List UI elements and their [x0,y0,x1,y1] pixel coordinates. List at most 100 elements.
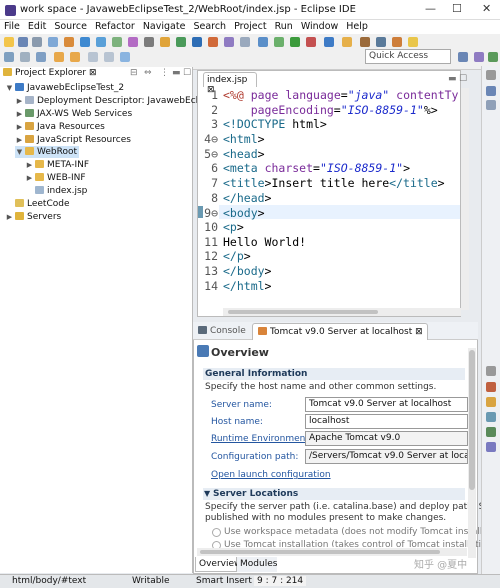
server-hscroll-thumb[interactable] [200,550,440,554]
navigate-forward-icon[interactable] [104,52,114,62]
collapsed-icon[interactable]: ▶ [15,123,24,131]
collapsed-icon[interactable]: ▶ [15,136,24,144]
server-tab-close-icon[interactable]: ⊠ [415,327,423,337]
toggle-mark-icon[interactable] [96,37,106,47]
minimize-editor-icon[interactable]: ▬ [448,74,457,84]
javadoc-icon[interactable] [486,397,496,407]
pin-icon[interactable] [120,52,130,62]
coverage-icon[interactable] [208,37,218,47]
tree-item-web-inf[interactable]: ▶ WEB-INF [25,173,86,183]
perspective-java-icon[interactable] [474,52,484,62]
last-edit-icon[interactable] [4,52,14,62]
annotation-icon[interactable] [144,37,154,47]
open-type-icon[interactable] [80,37,90,47]
collapsed-icon[interactable]: ▶ [25,161,34,169]
external-tools-icon[interactable] [192,37,202,47]
tree-item-meta-inf[interactable]: ▶ META-INF [25,160,89,170]
editor-scrollbar[interactable] [461,88,469,310]
restore-bottom-icon[interactable] [486,366,496,376]
minimize-view-icon[interactable]: ▬ [172,68,181,78]
restore-icon[interactable] [486,70,496,80]
tree-item-servers[interactable]: ▶ Servers [5,212,61,222]
editor-hscroll-thumb[interactable] [228,310,378,314]
navigate-back-icon[interactable] [88,52,98,62]
host-name-input[interactable]: localhost [305,414,468,429]
collapsed-icon[interactable]: ▶ [15,110,24,118]
menu-search[interactable]: Search [189,20,230,32]
run-icon[interactable] [290,37,300,47]
expanded-icon[interactable]: ▼ [5,84,14,92]
workspace-metadata-radio[interactable] [212,528,221,537]
problems-icon[interactable] [486,382,496,392]
server-scroll-thumb[interactable] [469,350,475,490]
print-icon[interactable] [48,37,58,47]
new-package-icon[interactable] [342,37,352,47]
section-collapse-icon[interactable]: ▼ [204,489,210,498]
properties-icon[interactable] [64,37,74,47]
tree-item-project[interactable]: ▼ JavawebEclipseTest_2 [5,83,124,93]
tab-modules[interactable]: Modules [237,557,277,572]
menu-run[interactable]: Run [271,20,297,32]
declaration-icon[interactable] [486,412,496,422]
previous-annotation-icon[interactable] [54,52,64,62]
outline-icon[interactable] [486,86,496,96]
ant-icon[interactable] [258,37,268,47]
collapsed-icon[interactable]: ▶ [25,174,34,182]
tree-item-java-resources[interactable]: ▶ Java Resources [15,122,105,132]
save-all-icon[interactable] [32,37,42,47]
maven-icon[interactable] [376,37,386,47]
task-icon[interactable] [160,37,170,47]
tree-item-index-jsp[interactable]: index.jsp [25,186,87,196]
project-explorer-tab[interactable]: Project Explorer ⊠ ⊟ ⇔ ⋮ ▬ ☐ [2,68,191,82]
menu-source[interactable]: Source [50,20,91,32]
minimize-button[interactable]: — [425,2,436,15]
menu-help[interactable]: Help [342,20,372,32]
collapse-all-icon[interactable]: ⊟ [130,68,138,78]
quick-access-input[interactable]: Quick Access [365,49,451,64]
menu-edit[interactable]: Edit [24,20,50,32]
open-perspective-icon[interactable] [240,37,250,47]
perspective-debug-icon[interactable] [488,52,498,62]
debug-icon[interactable] [274,37,284,47]
server-name-input[interactable]: Tomcat v9.0 Server at localhost [305,397,468,412]
server-icon[interactable] [176,37,186,47]
save-icon[interactable] [18,37,28,47]
menu-window[interactable]: Window [297,20,342,32]
collapsed-icon[interactable]: ▶ [15,97,24,105]
menu-project[interactable]: Project [230,20,271,32]
perspective-javaee-icon[interactable] [458,52,468,62]
open-file-icon[interactable] [360,37,370,47]
menu-navigate[interactable]: Navigate [139,20,190,32]
search-icon[interactable] [112,37,122,47]
tree-item-javascript-resources[interactable]: ▶ JavaScript Resources [15,135,131,145]
project-explorer-close-icon[interactable]: ⊠ [89,68,97,78]
forward-icon[interactable] [36,52,46,62]
pencil-icon[interactable] [408,37,418,47]
editor-tab-index-jsp[interactable]: index.jsp ⊠ [203,72,257,95]
collapsed-icon[interactable]: ▶ [5,213,14,221]
view-menu-icon[interactable]: ⋮ [160,68,169,78]
link-with-editor-icon[interactable]: ⇔ [144,68,152,78]
new-java-class-icon[interactable] [324,37,334,47]
task-list-icon[interactable] [486,100,496,110]
tab-overview[interactable]: Overview [195,557,241,572]
web-browser-icon[interactable] [128,37,138,47]
tree-item-webroot[interactable]: ▼ WebRoot [15,146,80,158]
back-icon[interactable] [20,52,30,62]
open-launch-config-link[interactable]: Open launch configuration [211,470,331,480]
maximize-button[interactable]: ☐ [452,2,462,15]
configuration-path-field[interactable]: /Servers/Tomcat v9.0 Server at localhost… [305,449,468,464]
expanded-icon[interactable]: ▼ [15,148,24,156]
servers-view-icon[interactable] [486,427,496,437]
runtime-environment-select[interactable]: Apache Tomcat v9.0 [305,431,468,446]
folder-icon[interactable] [392,37,402,47]
tab-console[interactable]: Console [197,326,246,336]
tab-tomcat-server[interactable]: Tomcat v9.0 Server at localhost ⊠ [252,323,428,340]
menu-refactor[interactable]: Refactor [91,20,139,32]
runtime-environment-link[interactable]: Runtime Environment: [211,434,312,444]
terminal-icon[interactable] [224,37,234,47]
next-annotation-icon[interactable] [70,52,80,62]
menu-file[interactable]: File [0,20,24,32]
tree-item-jaxws[interactable]: ▶ JAX-WS Web Services [15,109,132,119]
maximize-editor-icon[interactable]: ☐ [459,74,467,84]
